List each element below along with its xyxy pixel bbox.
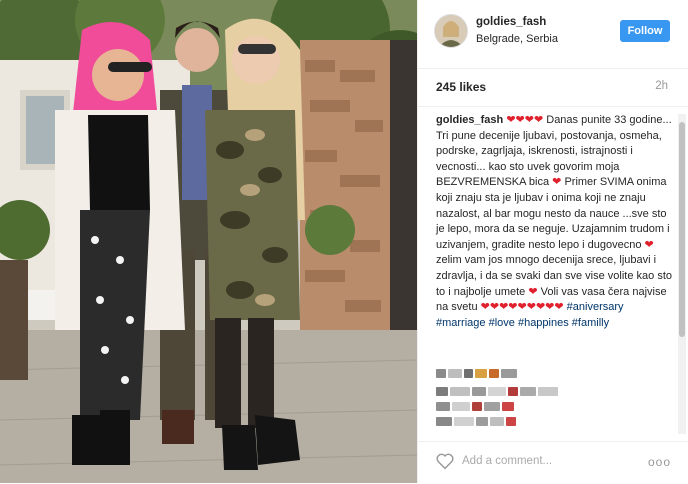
more-options-icon[interactable]: ooo xyxy=(648,455,671,469)
instagram-post: goldies_fash Belgrade, Serbia Follow 245… xyxy=(0,0,688,483)
heart-icon: ❤ xyxy=(528,285,538,298)
blurred-comment xyxy=(436,369,546,378)
likes-count[interactable]: 245 likes xyxy=(436,80,486,94)
heart-icon: ❤ xyxy=(552,176,562,189)
photo-illustration xyxy=(0,0,417,483)
caption-area: goldies_fash ❤❤❤❤ Danas punite 33 godine… xyxy=(418,106,688,441)
blurred-comment xyxy=(436,387,666,396)
heart-icon: ❤❤❤❤ xyxy=(506,114,544,126)
blurred-comment xyxy=(436,417,596,426)
comment-input[interactable] xyxy=(462,450,632,472)
post-time[interactable]: 2h xyxy=(655,80,668,92)
hashtag-link[interactable]: #happines xyxy=(518,317,569,329)
post-location[interactable]: Belgrade, Serbia xyxy=(476,33,558,45)
hashtag-link[interactable]: #familly xyxy=(572,317,609,329)
scrollbar-thumb[interactable] xyxy=(679,122,685,337)
caption-scrollbar[interactable] xyxy=(678,114,686,434)
caption-username[interactable]: goldies_fash xyxy=(436,114,503,126)
comment-bar: ooo xyxy=(418,441,688,484)
avatar[interactable] xyxy=(434,14,468,48)
heart-icon: ❤❤❤❤❤❤❤❤❤ xyxy=(480,301,564,314)
follow-button[interactable]: Follow xyxy=(620,20,670,42)
blurred-comment xyxy=(436,402,586,411)
post-photo[interactable] xyxy=(0,0,417,483)
post-username[interactable]: goldies_fash xyxy=(476,16,546,28)
hashtag-link[interactable]: #love xyxy=(489,317,515,329)
hashtag-link[interactable]: #aniversary xyxy=(567,301,624,313)
heart-icon: ❤ xyxy=(644,238,654,251)
post-caption: goldies_fash ❤❤❤❤ Danas punite 33 godine… xyxy=(436,113,673,331)
like-outline-icon[interactable] xyxy=(434,450,456,472)
post-header: goldies_fash Belgrade, Serbia Follow xyxy=(418,0,688,69)
hashtag-link[interactable]: #marriage xyxy=(436,317,486,329)
post-sidebar: goldies_fash Belgrade, Serbia Follow 245… xyxy=(417,0,688,483)
avatar-image xyxy=(435,15,467,47)
